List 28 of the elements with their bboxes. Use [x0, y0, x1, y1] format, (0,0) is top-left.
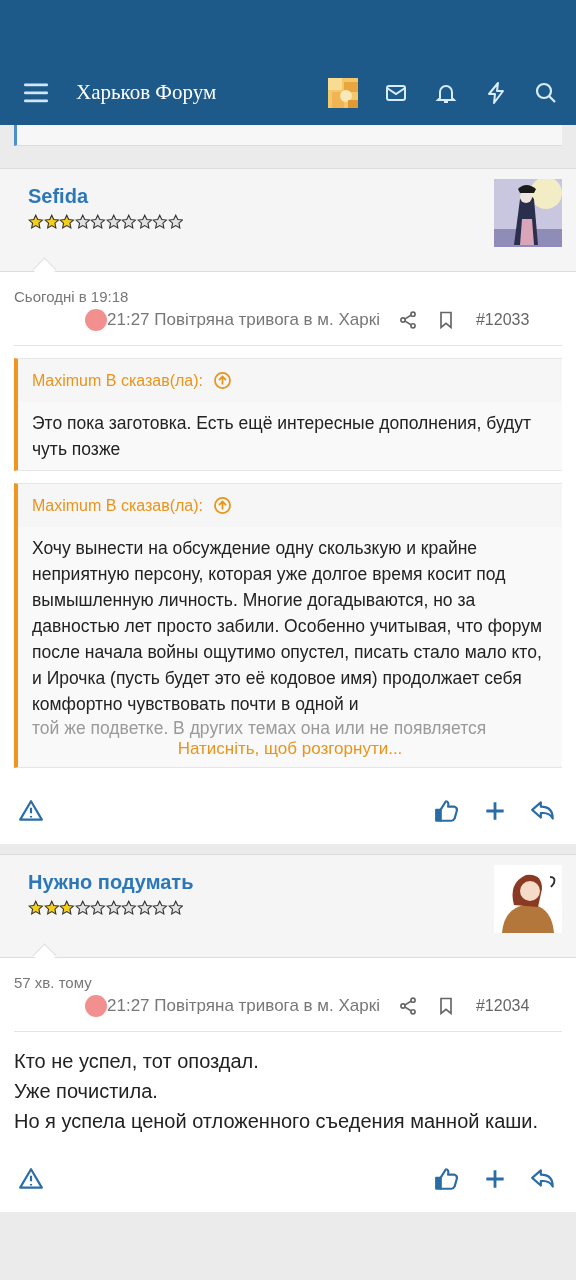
author-name[interactable]: Нужно подумать — [28, 871, 194, 894]
menu-icon[interactable] — [24, 80, 48, 105]
expand-link[interactable]: Натисніть, щоб розгорнути... — [177, 739, 403, 759]
quote-text: той же подветке. В других темах она или не появляется — [32, 717, 488, 739]
post-number[interactable]: #12034 — [475, 997, 530, 1015]
post-text: Но я успела ценой отложенного съедения манной каши. — [14, 1109, 540, 1134]
share-icon[interactable] — [397, 310, 418, 330]
author-name[interactable]: Sefida — [28, 185, 183, 208]
quote-author[interactable]: Maximum B сказав(ла): — [32, 371, 204, 390]
alert-dot-icon — [85, 309, 107, 331]
post-number[interactable]: #12033 — [475, 311, 530, 329]
alert-dot-icon — [85, 995, 107, 1017]
quote-text: Хочу вынести на обсуждение одну скользкую и крайне неприятную персону, которая уже долгое время косит под вымышленную личность. Многие догадываются, но за давностью лет просто забили. Особенно учитывая, что форум после начала войны ощутимо опустел, писать стало мало кто, и Ирочка (пусть будет это её кодовое имя) продолжает себя комфортно чувствовать почти в одной и — [32, 537, 543, 716]
share-icon[interactable] — [397, 996, 418, 1016]
warning-icon[interactable] — [18, 1166, 44, 1192]
thumbs-up-icon[interactable] — [434, 798, 460, 824]
post-text: Кто не успел, тот опоздал. — [14, 1049, 260, 1074]
post-time[interactable]: 57 хв. тому — [14, 974, 562, 991]
warning-icon[interactable] — [18, 798, 44, 824]
search-icon[interactable] — [534, 80, 558, 105]
quote-text: Это пока заготовка. Есть ещё интересные дополнения, будут чуть позже — [32, 412, 533, 461]
thumbs-up-icon[interactable] — [434, 1166, 460, 1192]
alert-text[interactable]: 21:27 Повітряна тривога в м. Харкі — [107, 996, 380, 1016]
post-text: Уже почистила. — [14, 1079, 159, 1104]
forum-logo[interactable]: Харьков Форум — [76, 80, 217, 105]
quote-author[interactable]: Maximum B сказав(ла): — [32, 496, 204, 515]
alert-text[interactable]: 21:27 Повітряна тривога в м. Харкі — [107, 310, 380, 330]
post-time[interactable]: Сьогодні в 19:18 — [14, 288, 562, 305]
